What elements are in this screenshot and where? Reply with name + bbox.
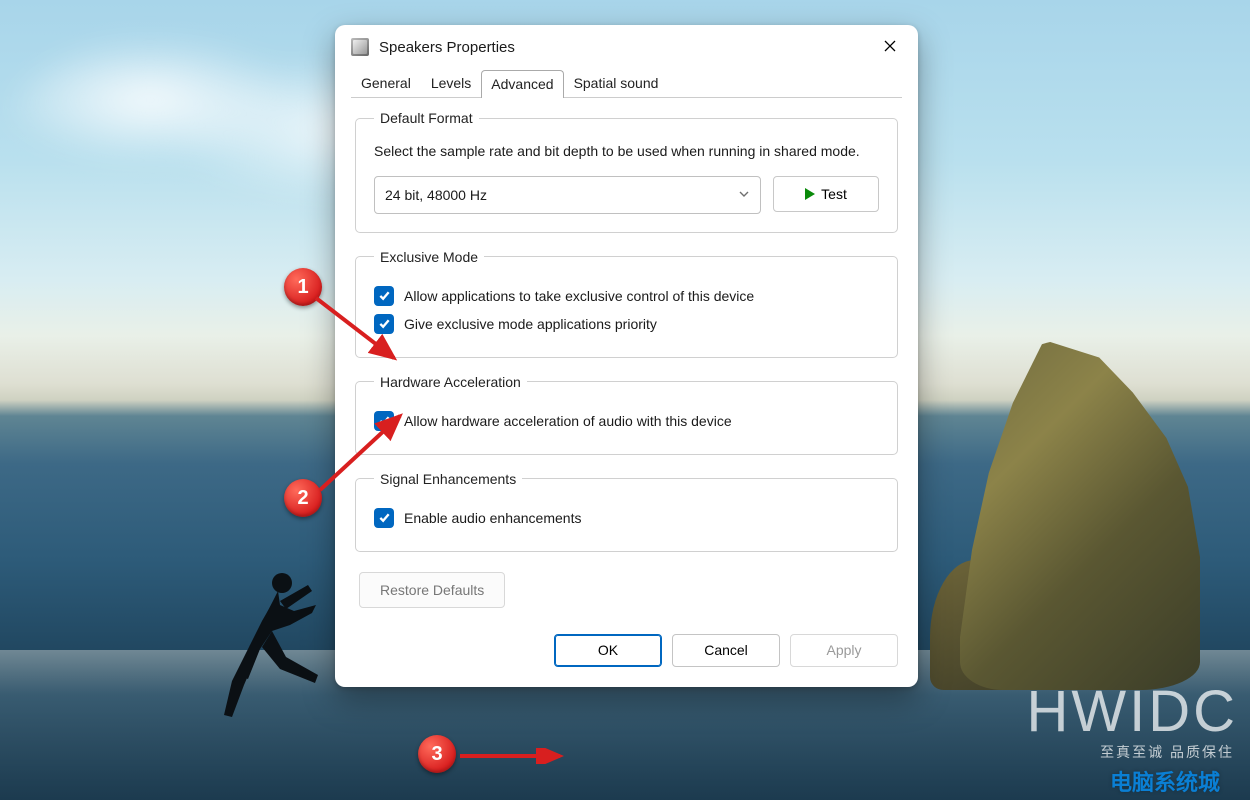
- legend-default-format: Default Format: [374, 110, 479, 126]
- checkmark-icon: [374, 508, 394, 528]
- close-icon: [884, 40, 896, 55]
- allow-exclusive-label: Allow applications to take exclusive con…: [404, 288, 754, 304]
- window-title: Speakers Properties: [379, 39, 868, 56]
- legend-exclusive-mode: Exclusive Mode: [374, 249, 484, 265]
- group-hardware-acceleration: Hardware Acceleration Allow hardware acc…: [355, 374, 898, 455]
- checkmark-icon: [374, 314, 394, 334]
- tabs: General Levels Advanced Spatial sound: [335, 69, 918, 97]
- ok-button[interactable]: OK: [554, 634, 662, 667]
- annotation-badge-3: 3: [418, 735, 456, 773]
- tab-levels[interactable]: Levels: [421, 69, 481, 97]
- speakers-properties-dialog: Speakers Properties General Levels Advan…: [335, 25, 918, 687]
- annotation-badge-2: 2: [284, 479, 322, 517]
- speaker-icon: [351, 38, 369, 56]
- group-default-format: Default Format Select the sample rate an…: [355, 110, 898, 233]
- tab-general[interactable]: General: [351, 69, 421, 97]
- annotation-badge-1: 1: [284, 268, 322, 306]
- tab-spatial-sound[interactable]: Spatial sound: [564, 69, 669, 97]
- tab-panel-advanced: Default Format Select the sample rate an…: [351, 97, 902, 622]
- title-bar: Speakers Properties: [335, 25, 918, 69]
- apply-button[interactable]: Apply: [790, 634, 898, 667]
- chevron-down-icon: [738, 187, 750, 203]
- close-button[interactable]: [868, 31, 912, 63]
- exclusive-priority-label: Give exclusive mode applications priorit…: [404, 316, 657, 332]
- test-button-label: Test: [821, 186, 847, 202]
- watermark-text: HWIDC: [1026, 678, 1238, 745]
- sample-rate-dropdown[interactable]: 24 bit, 48000 Hz: [374, 176, 761, 214]
- legend-hardware-acceleration: Hardware Acceleration: [374, 374, 527, 390]
- default-format-description: Select the sample rate and bit depth to …: [374, 142, 879, 162]
- hardware-accel-label: Allow hardware acceleration of audio wit…: [404, 413, 732, 429]
- checkbox-hardware-accel[interactable]: Allow hardware acceleration of audio wit…: [374, 408, 879, 434]
- restore-defaults-button[interactable]: Restore Defaults: [359, 572, 505, 608]
- play-icon: [805, 188, 815, 200]
- checkbox-allow-exclusive[interactable]: Allow applications to take exclusive con…: [374, 283, 879, 309]
- watermark-subtitle: 至真至诚 品质保住: [1100, 742, 1234, 762]
- group-signal-enhancements: Signal Enhancements Enable audio enhance…: [355, 471, 898, 552]
- checkbox-exclusive-priority[interactable]: Give exclusive mode applications priorit…: [374, 311, 879, 337]
- checkmark-icon: [374, 411, 394, 431]
- checkmark-icon: [374, 286, 394, 306]
- audio-enhancements-label: Enable audio enhancements: [404, 510, 581, 526]
- group-exclusive-mode: Exclusive Mode Allow applications to tak…: [355, 249, 898, 358]
- tab-advanced[interactable]: Advanced: [481, 70, 563, 98]
- test-button[interactable]: Test: [773, 176, 879, 212]
- dialog-footer: OK Cancel Apply: [335, 622, 918, 687]
- cancel-button[interactable]: Cancel: [672, 634, 780, 667]
- sample-rate-selected: 24 bit, 48000 Hz: [385, 187, 487, 203]
- watermark-logo: 电脑系统城: [1110, 765, 1220, 797]
- checkbox-audio-enhancements[interactable]: Enable audio enhancements: [374, 505, 879, 531]
- legend-signal-enhancements: Signal Enhancements: [374, 471, 522, 487]
